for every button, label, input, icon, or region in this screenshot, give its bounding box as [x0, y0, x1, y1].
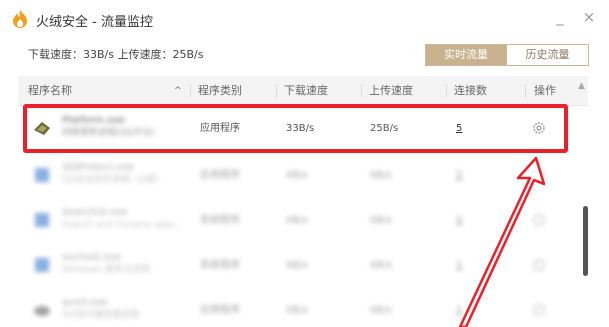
upload-speed: 0B/s — [370, 260, 392, 271]
program-name-block: svchost.exe Windows 服务主进程 — [62, 251, 150, 277]
table-header: 程序名称 ^ 程序类别 下载速度 上传速度 连接数 操作 — [18, 76, 588, 106]
program-description: Search and Cortana appl... — [62, 220, 183, 230]
program-category: 应用程序 — [200, 170, 240, 181]
header-actions: 操作 — [534, 84, 556, 97]
upload-speed: 0B/s — [370, 215, 392, 226]
column-divider — [361, 84, 362, 98]
program-name-block: qvod.exe QQ音乐播放器进程 — [62, 296, 139, 322]
title-bar: 火绒安全 - 流量监控 _ × — [0, 0, 609, 40]
annotation-arrow-icon — [458, 156, 546, 327]
column-divider — [190, 84, 191, 98]
app-icon — [35, 213, 49, 227]
app-icon — [34, 306, 50, 316]
minimize-icon[interactable]: _ — [551, 8, 569, 26]
program-name: qvod.exe — [62, 297, 108, 308]
column-divider — [446, 84, 447, 98]
close-icon[interactable]: × — [580, 8, 598, 26]
program-category: 系统程序 — [200, 260, 240, 271]
program-name: svchost.exe — [62, 252, 122, 263]
vertical-scrollbar-thumb[interactable] — [583, 206, 588, 276]
window-title: 火绒安全 - 流量监控 — [36, 15, 153, 30]
app-icon — [35, 258, 49, 272]
program-name: SearchUI.exe — [62, 207, 128, 218]
view-tabs: 实时流量 历史流量 — [425, 44, 589, 66]
sort-chevron-up-icon[interactable]: ^ — [174, 76, 182, 106]
download-speed: 0B/s — [286, 170, 308, 181]
download-speed: 0B/s — [286, 305, 308, 316]
header-download-speed[interactable]: 下载速度 — [284, 76, 328, 106]
program-category: 应用程序 — [200, 305, 240, 316]
download-speed: 0B/s — [286, 260, 308, 271]
speed-summary: 下载速度：33B/s 上传速度：25B/s — [28, 48, 204, 61]
upload-speed: 0B/s — [370, 305, 392, 316]
header-connections[interactable]: 连接数 — [454, 76, 487, 106]
upload-speed: 0B/s — [370, 170, 392, 181]
header-upload-speed[interactable]: 上传速度 — [369, 76, 413, 106]
header-program-category[interactable]: 程序类别 — [198, 76, 242, 106]
app-icon — [35, 168, 49, 182]
column-divider — [276, 84, 277, 98]
column-divider — [525, 84, 526, 98]
scroll-up-arrow-icon[interactable]: ▲ — [578, 81, 585, 91]
header-program-name[interactable]: 程序名称 — [28, 76, 72, 106]
download-speed: 0B/s — [286, 215, 308, 226]
program-description: QQ音乐播放器进程 — [62, 310, 140, 320]
program-description: Windows 服务主进程 — [62, 265, 151, 275]
program-name-block: QQProtect.exe QQ安全防护进程（Q盾） — [62, 161, 164, 187]
tab-realtime-traffic[interactable]: 实时流量 — [425, 44, 507, 66]
tab-history-traffic[interactable]: 历史流量 — [507, 44, 589, 66]
program-name-block: SearchUI.exe Search and Cortana appl... — [62, 206, 182, 232]
highlight-box — [23, 104, 568, 153]
huorong-logo-icon — [13, 10, 27, 28]
program-description: QQ安全防护进程（Q盾） — [62, 175, 165, 185]
program-name: QQProtect.exe — [62, 162, 135, 173]
program-category: 系统程序 — [200, 215, 240, 226]
